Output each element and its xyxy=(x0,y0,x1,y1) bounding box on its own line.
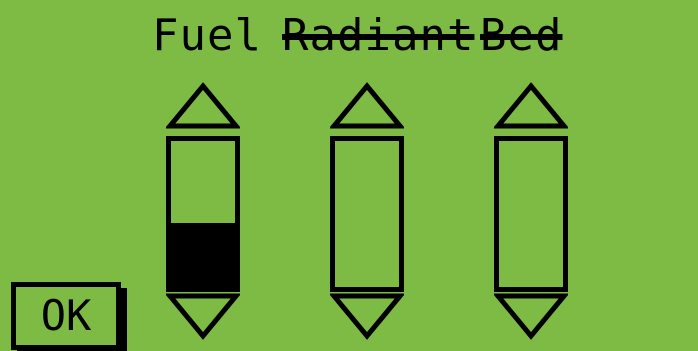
up-arrow-icon xyxy=(494,82,568,129)
fuel-gauge-fill xyxy=(171,222,235,287)
bed-increase-button[interactable] xyxy=(494,82,568,130)
fuel-increase-button[interactable] xyxy=(166,82,240,130)
radiant-gauge xyxy=(330,136,404,292)
channel-label-radiant: Radiant xyxy=(282,10,475,61)
down-arrow-icon xyxy=(166,293,240,340)
fuel-gauge xyxy=(166,136,240,292)
radiant-increase-button[interactable] xyxy=(330,82,404,130)
channel-label-bed: Bed xyxy=(480,10,563,61)
bed-gauge xyxy=(494,136,568,292)
up-arrow-icon xyxy=(166,82,240,129)
ok-button[interactable]: OK xyxy=(11,282,121,350)
lcd-screen: Fuel Radiant Bed OK xyxy=(0,0,698,351)
down-arrow-icon xyxy=(330,293,404,340)
bed-decrease-button[interactable] xyxy=(494,292,568,340)
down-arrow-icon xyxy=(494,293,568,340)
channel-label-fuel: Fuel xyxy=(152,10,262,61)
up-arrow-icon xyxy=(330,82,404,129)
radiant-decrease-button[interactable] xyxy=(330,292,404,340)
fuel-decrease-button[interactable] xyxy=(166,292,240,340)
